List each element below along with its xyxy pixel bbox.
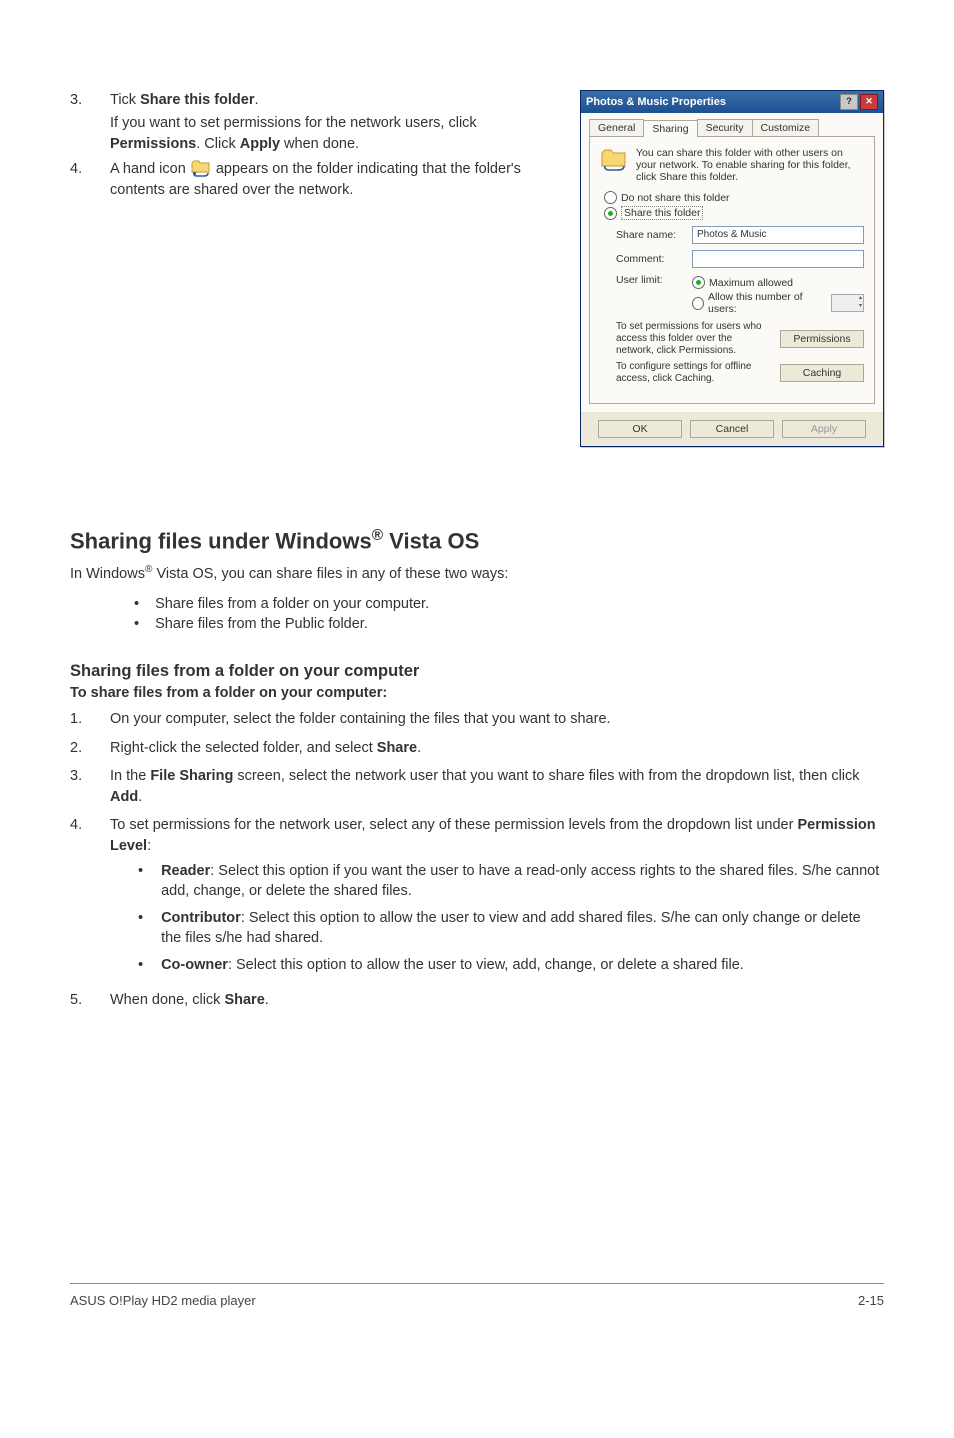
s3-d: Add	[110, 789, 138, 805]
s3-e: .	[138, 789, 142, 805]
contributor-label: Contributor	[161, 910, 241, 926]
step3-sub-b: Permissions	[110, 136, 196, 152]
label-allow-number: Allow this number of users:	[708, 291, 823, 315]
step3-sub-e: when done.	[280, 136, 359, 152]
coowner-label: Co-owner	[161, 957, 228, 973]
label-max-allowed: Maximum allowed	[709, 277, 793, 289]
coowner-text: : Select this option to allow the user t…	[228, 957, 744, 973]
tab-customize[interactable]: Customize	[752, 119, 820, 136]
s4-a: To set permissions for the network user,…	[110, 817, 797, 833]
tab-sharing[interactable]: Sharing	[643, 120, 697, 137]
s4-c: :	[147, 838, 151, 854]
to-share-line: To share files from a folder on your com…	[70, 685, 884, 701]
step4-number: 4.	[70, 159, 110, 201]
users-spinner[interactable]	[831, 294, 864, 312]
bullet-dot: •	[138, 908, 143, 949]
step3-sub-a: If you want to set permissions for the n…	[110, 115, 477, 131]
reader-label: Reader	[161, 863, 210, 879]
s1-num: 1.	[70, 709, 110, 730]
step3-number: 3.	[70, 90, 110, 155]
section-heading: Sharing files under Windows® Vista OS	[70, 527, 884, 554]
step4-a: A hand icon	[110, 161, 190, 177]
step3-sub-c: . Click	[196, 136, 240, 152]
intro-b: Vista OS, you can share files in any of …	[152, 566, 508, 582]
step3-bold: Share this folder	[140, 92, 254, 108]
radio-do-not-share[interactable]	[604, 191, 617, 204]
intro-text: In Windows® Vista OS, you can share file…	[70, 564, 884, 582]
s2-num: 2.	[70, 738, 110, 759]
tab-security[interactable]: Security	[697, 119, 753, 136]
bullet-2: Share files from the Public folder.	[155, 616, 368, 632]
apply-button[interactable]: Apply	[782, 420, 866, 438]
ok-button[interactable]: OK	[598, 420, 682, 438]
dialog-help-button[interactable]: ?	[840, 94, 858, 110]
s1-body: On your computer, select the folder cont…	[110, 709, 884, 730]
bullet-dot: •	[138, 955, 143, 976]
radio-share-folder[interactable]	[604, 207, 617, 220]
comment-input[interactable]	[692, 250, 864, 268]
s2-c: .	[417, 740, 421, 756]
s5-c: .	[265, 992, 269, 1008]
step3-sub-d: Apply	[240, 136, 280, 152]
s5-num: 5.	[70, 990, 110, 1011]
permissions-text: To set permissions for users who access …	[616, 321, 772, 357]
s2-b: Share	[377, 740, 417, 756]
intro-a: In Windows	[70, 566, 145, 582]
dialog-title: Photos & Music Properties	[586, 96, 726, 108]
footer-right: 2-15	[858, 1293, 884, 1308]
s5-a: When done, click	[110, 992, 224, 1008]
footer-left: ASUS O!Play HD2 media player	[70, 1293, 256, 1308]
permissions-button[interactable]: Permissions	[780, 330, 864, 348]
caching-text: To configure settings for offline access…	[616, 361, 772, 385]
radio-max-allowed[interactable]	[692, 276, 705, 289]
s3-a: In the	[110, 768, 150, 784]
user-limit-label: User limit:	[616, 274, 684, 286]
dialog-close-button[interactable]: ✕	[860, 94, 878, 110]
shared-folder-hand-icon	[190, 159, 212, 177]
label-share-folder: Share this folder	[621, 206, 703, 220]
label-do-not-share: Do not share this folder	[621, 192, 730, 204]
s3-b: File Sharing	[150, 768, 233, 784]
bullet-dot: •	[138, 861, 143, 902]
tab-general[interactable]: General	[589, 119, 644, 136]
section-heading-a: Sharing files under Windows	[70, 528, 372, 553]
s5-b: Share	[224, 992, 264, 1008]
s3-num: 3.	[70, 766, 110, 807]
dialog-desc: You can share this folder with other use…	[636, 147, 864, 183]
cancel-button[interactable]: Cancel	[690, 420, 774, 438]
step3-text-a: Tick	[110, 92, 140, 108]
caching-button[interactable]: Caching	[780, 364, 864, 382]
section-heading-b: Vista OS	[383, 528, 479, 553]
bullet-1: Share files from a folder on your comput…	[155, 596, 429, 612]
contributor-text: : Select this option to allow the user t…	[161, 910, 861, 947]
s2-a: Right-click the selected folder, and sel…	[110, 740, 377, 756]
reader-text: : Select this option if you want the use…	[161, 863, 879, 900]
comment-label: Comment:	[616, 253, 684, 265]
radio-allow-number[interactable]	[692, 297, 704, 310]
share-name-label: Share name:	[616, 229, 684, 241]
folder-share-icon	[600, 147, 628, 171]
s3-c: screen, select the network user that you…	[233, 768, 859, 784]
properties-dialog: Photos & Music Properties ? ✕ General Sh…	[580, 90, 884, 447]
sub-heading: Sharing files from a folder on your comp…	[70, 662, 884, 681]
step3-text-c: .	[255, 92, 259, 108]
s4-num: 4.	[70, 815, 110, 981]
share-name-input[interactable]: Photos & Music	[692, 226, 864, 244]
